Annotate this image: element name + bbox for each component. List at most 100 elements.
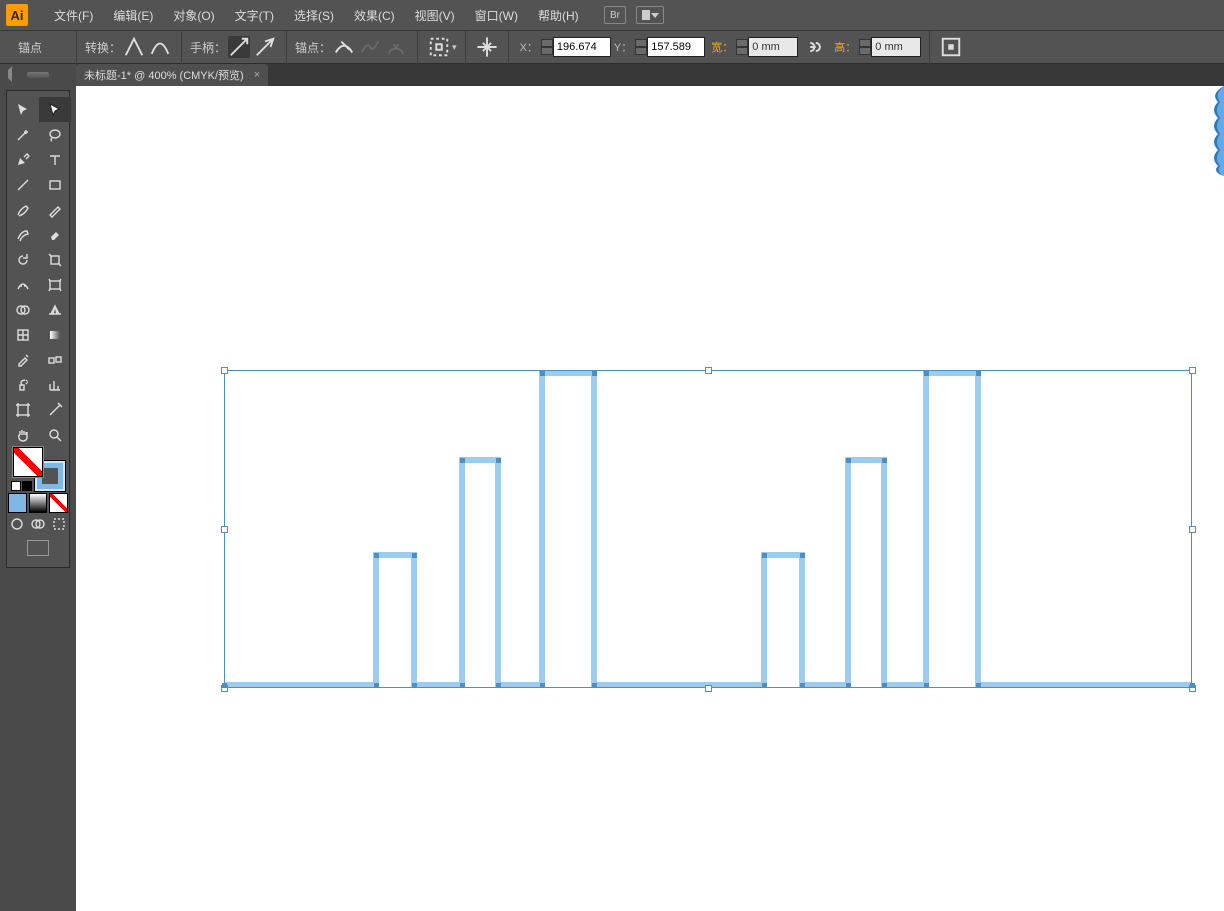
- path-anchor[interactable]: [592, 683, 597, 688]
- hide-handles-icon[interactable]: [254, 36, 276, 58]
- artboard-tool[interactable]: [7, 397, 39, 422]
- canvas[interactable]: [76, 86, 1224, 911]
- menu-select[interactable]: 选择(S): [284, 0, 344, 30]
- align-to-artboard-icon[interactable]: [940, 36, 962, 58]
- mode-none[interactable]: [49, 493, 68, 513]
- path-anchor[interactable]: [540, 371, 545, 376]
- menu-file[interactable]: 文件(F): [44, 0, 103, 30]
- align-pixel-icon[interactable]: [476, 36, 498, 58]
- path-anchor[interactable]: [846, 458, 851, 463]
- bbox-handle-w[interactable]: [221, 526, 228, 533]
- convert-smooth-icon[interactable]: [149, 36, 171, 58]
- draw-inside[interactable]: [48, 513, 69, 535]
- type-tool[interactable]: [39, 147, 71, 172]
- selection-tool[interactable]: [7, 97, 39, 122]
- menu-effect[interactable]: 效果(C): [344, 0, 405, 30]
- perspective-grid-tool[interactable]: [39, 297, 71, 322]
- path-anchor[interactable]: [592, 371, 597, 376]
- pen-tool[interactable]: [7, 147, 39, 172]
- menu-edit[interactable]: 编辑(E): [103, 0, 163, 30]
- remove-anchor-icon[interactable]: [333, 36, 355, 58]
- path-anchor[interactable]: [460, 458, 465, 463]
- x-stepper[interactable]: [541, 37, 553, 57]
- connect-anchor-icon[interactable]: [359, 36, 381, 58]
- workspace-switcher[interactable]: [636, 6, 664, 24]
- convert-corner-icon[interactable]: [123, 36, 145, 58]
- free-transform-tool[interactable]: [39, 272, 71, 297]
- draw-normal[interactable]: [7, 513, 28, 535]
- path-anchor[interactable]: [374, 683, 379, 688]
- paintbrush-tool[interactable]: [7, 197, 39, 222]
- slice-tool[interactable]: [39, 397, 71, 422]
- path-anchor[interactable]: [540, 683, 545, 688]
- line-tool[interactable]: [7, 172, 39, 197]
- show-handles-icon[interactable]: [228, 36, 250, 58]
- path-anchor[interactable]: [800, 683, 805, 688]
- rectangle-tool[interactable]: [39, 172, 71, 197]
- path-anchor[interactable]: [924, 683, 929, 688]
- menu-help[interactable]: 帮助(H): [528, 0, 589, 30]
- y-field[interactable]: 157.589: [647, 37, 705, 57]
- path-anchor[interactable]: [882, 458, 887, 463]
- path-anchor[interactable]: [496, 458, 501, 463]
- path-anchor[interactable]: [762, 683, 767, 688]
- default-fs-icon[interactable]: [11, 481, 21, 491]
- fill-stroke-swatches[interactable]: [7, 447, 69, 493]
- pencil-tool[interactable]: [39, 197, 71, 222]
- bbox-handle-e[interactable]: [1189, 526, 1196, 533]
- path-anchor[interactable]: [496, 683, 501, 688]
- y-stepper[interactable]: [635, 37, 647, 57]
- bbox-handle-s[interactable]: [705, 685, 712, 692]
- close-tab-icon[interactable]: ×: [254, 69, 260, 81]
- eraser-tool[interactable]: [39, 222, 71, 247]
- path-anchor[interactable]: [924, 371, 929, 376]
- symbol-sprayer-tool[interactable]: [7, 372, 39, 397]
- path-anchor[interactable]: [222, 683, 227, 688]
- path-anchor[interactable]: [976, 371, 981, 376]
- rotate-tool[interactable]: [7, 247, 39, 272]
- path-anchor[interactable]: [374, 553, 379, 558]
- path-anchor[interactable]: [460, 683, 465, 688]
- x-field[interactable]: 196.674: [553, 37, 611, 57]
- path-anchor[interactable]: [976, 683, 981, 688]
- mesh-tool[interactable]: [7, 322, 39, 347]
- mode-gradient[interactable]: [29, 493, 48, 513]
- column-graph-tool[interactable]: [39, 372, 71, 397]
- lasso-tool[interactable]: [39, 122, 71, 147]
- path-anchor[interactable]: [412, 553, 417, 558]
- h-field[interactable]: 0 mm: [871, 37, 921, 57]
- fill-swatch[interactable]: [13, 447, 43, 477]
- screen-mode-button[interactable]: [7, 535, 69, 561]
- w-field[interactable]: 0 mm: [748, 37, 798, 57]
- menu-window[interactable]: 窗口(W): [465, 0, 528, 30]
- bridge-button[interactable]: Br: [604, 6, 626, 24]
- eyedropper-tool[interactable]: [7, 347, 39, 372]
- path-anchor[interactable]: [800, 553, 805, 558]
- path-anchor[interactable]: [882, 683, 887, 688]
- draw-behind[interactable]: [28, 513, 49, 535]
- menu-type[interactable]: 文字(T): [225, 0, 284, 30]
- w-stepper[interactable]: [736, 37, 748, 57]
- hand-tool[interactable]: [7, 422, 39, 447]
- bbox-handle-ne[interactable]: [1189, 367, 1196, 374]
- direct-selection-tool[interactable]: [39, 97, 71, 122]
- link-wh-icon[interactable]: [802, 36, 824, 58]
- blend-tool[interactable]: [39, 347, 71, 372]
- path-anchor[interactable]: [412, 683, 417, 688]
- isolate-icon[interactable]: [428, 36, 450, 58]
- path-anchor[interactable]: [846, 683, 851, 688]
- reflect-tool[interactable]: [39, 247, 71, 272]
- width-tool[interactable]: [7, 272, 39, 297]
- gradient-tool[interactable]: [39, 322, 71, 347]
- menu-object[interactable]: 对象(O): [163, 0, 224, 30]
- swap-fs-icon[interactable]: [22, 481, 32, 491]
- document-tab[interactable]: 未标题-1* @ 400% (CMYK/预览) ×: [76, 64, 268, 86]
- shape-builder-tool[interactable]: [7, 297, 39, 322]
- bbox-handle-nw[interactable]: [221, 367, 228, 374]
- path-anchor[interactable]: [1190, 683, 1195, 688]
- bbox-handle-n[interactable]: [705, 367, 712, 374]
- blob-brush-tool[interactable]: [7, 222, 39, 247]
- h-stepper[interactable]: [859, 37, 871, 57]
- cut-path-icon[interactable]: [385, 36, 407, 58]
- magic-wand-tool[interactable]: [7, 122, 39, 147]
